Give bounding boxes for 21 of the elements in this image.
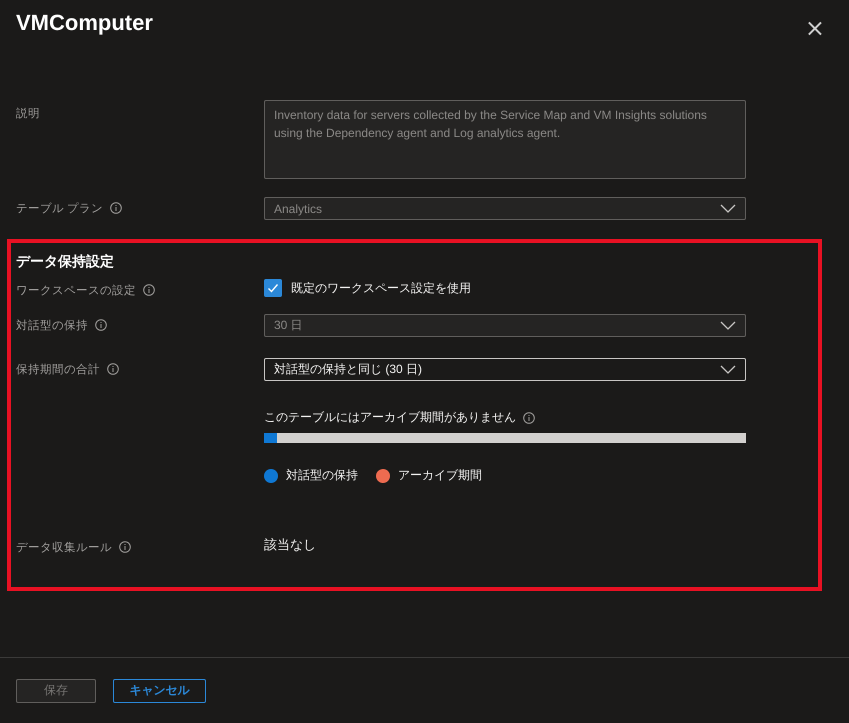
cancel-button[interactable]: キャンセル xyxy=(113,678,206,702)
close-button[interactable]: × xyxy=(802,14,827,42)
checkbox[interactable] xyxy=(264,279,282,297)
field-label: データ収集ルール xyxy=(16,540,112,554)
field-label: テーブル プラン xyxy=(16,201,104,216)
field-label: 保持期間の合計 xyxy=(16,362,100,376)
legend-label: アーカイブ期間 xyxy=(398,467,482,484)
description-field[interactable]: Inventory data for servers collected by the Service Map and VM Insights solutions using the Dependency agent and Log analytics agent. xyxy=(264,100,746,179)
field-label: ワークスペースの設定 xyxy=(16,284,136,298)
chevron-down-icon xyxy=(720,321,736,330)
chevron-down-icon xyxy=(720,204,736,213)
archive-message: このテーブルにはアーカイブ期間がありません xyxy=(264,409,516,426)
chevron-down-icon xyxy=(720,365,736,374)
field-label: 説明 xyxy=(16,106,40,120)
section-heading: データ保持設定 xyxy=(16,253,115,271)
field-value: 該当なし xyxy=(264,537,316,552)
field-label: 対話型の保持 xyxy=(16,318,88,332)
checkbox-label: 既定のワークスペース設定を使用 xyxy=(291,280,471,296)
panel-title: VMComputer xyxy=(16,10,153,36)
legend-label: 対話型の保持 xyxy=(286,467,358,484)
dropdown[interactable]: 対話型の保持と同じ (30 日) xyxy=(264,358,746,381)
